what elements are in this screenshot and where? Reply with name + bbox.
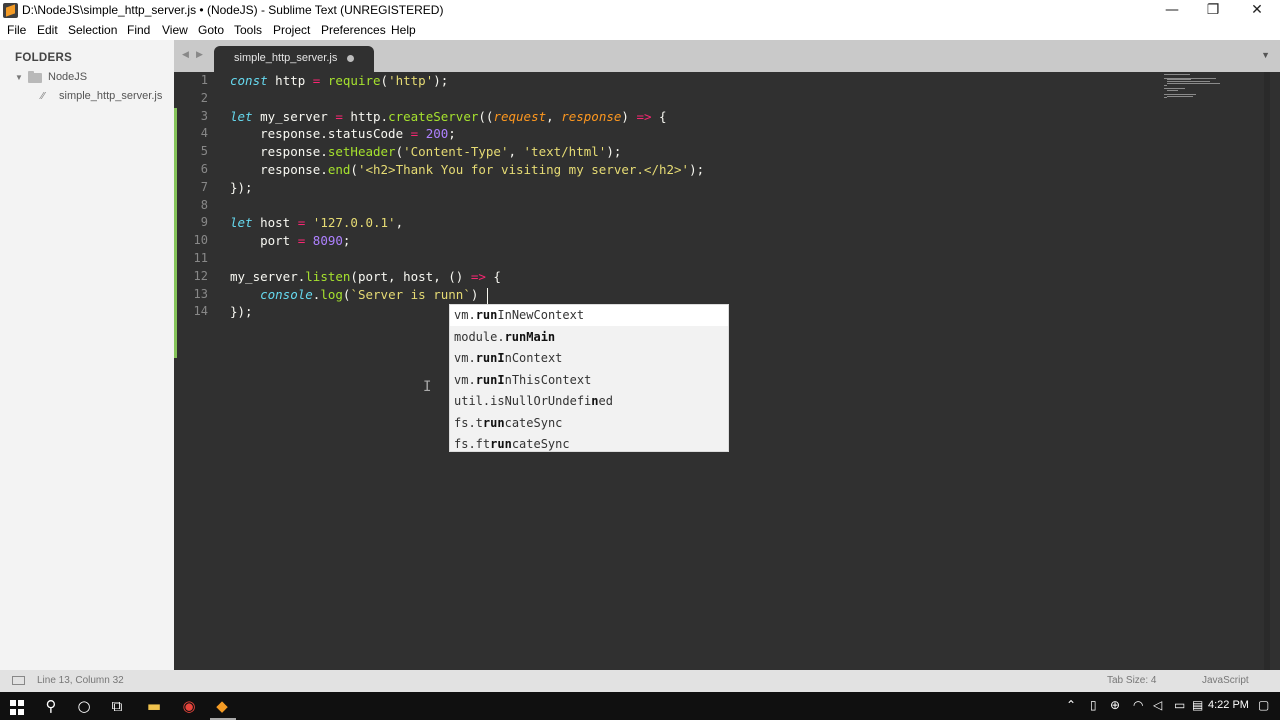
minimap-line <box>1164 84 1167 86</box>
minimap-line <box>1167 90 1178 92</box>
cursor-position: Line 13, Column 32 <box>37 675 124 686</box>
minimap-line <box>1164 97 1167 99</box>
file-icon: ⁄⁄ <box>41 91 45 102</box>
tab-dropdown-icon[interactable]: ▼ <box>1261 50 1270 60</box>
menu-goto[interactable]: Goto <box>198 23 224 37</box>
menu-preferences[interactable]: Preferences <box>321 23 386 37</box>
menu-tools[interactable]: Tools <box>234 23 262 37</box>
text-caret <box>487 288 488 304</box>
minimap-line <box>1167 95 1194 97</box>
tab-label: simple_http_server.js <box>234 52 338 64</box>
tab-size-indicator[interactable]: Tab Size: 4 <box>1107 675 1156 686</box>
line-number: 12 <box>193 268 208 283</box>
network-icon[interactable]: ⊕ <box>1110 698 1120 712</box>
sublime-app-icon[interactable] <box>3 3 18 18</box>
chrome-icon[interactable]: ◉ <box>179 696 199 716</box>
line-number: 9 <box>200 215 208 230</box>
cortana-icon[interactable]: ○ <box>74 696 94 716</box>
menu-project[interactable]: Project <box>273 23 310 37</box>
sidebar: FOLDERS ▼ NodeJS ⁄⁄ simple_http_server.j… <box>0 40 174 670</box>
status-bar: Line 13, Column 32 Tab Size: 4 JavaScrip… <box>0 670 1280 692</box>
line-number: 4 <box>200 126 208 141</box>
minimap-line <box>1167 83 1221 84</box>
line-number: 3 <box>200 108 208 123</box>
code-line[interactable]: }); <box>230 304 253 319</box>
code-line[interactable]: response.statusCode = 200; <box>230 126 456 141</box>
close-button[interactable]: ✕ <box>1235 0 1279 21</box>
code-line[interactable]: let my_server = http.createServer((reque… <box>230 109 667 124</box>
menu-file[interactable]: File <box>7 23 26 37</box>
wifi-icon[interactable]: ◠ <box>1133 698 1143 712</box>
windows-start-icon[interactable] <box>7 696 27 716</box>
sidebar-file-label: simple_http_server.js <box>59 90 163 102</box>
battery-icon[interactable]: ▭ <box>1174 698 1185 712</box>
autocomplete-item[interactable]: util.isNullOrUndefined <box>450 391 728 412</box>
line-number: 5 <box>200 144 208 159</box>
code-line[interactable]: response.setHeader('Content-Type', 'text… <box>230 144 621 159</box>
line-number: 10 <box>193 233 208 248</box>
autocomplete-item[interactable]: module.runMain <box>450 327 728 348</box>
code-line[interactable]: port = 8090; <box>230 233 350 248</box>
line-number: 6 <box>200 162 208 176</box>
menu-find[interactable]: Find <box>127 23 150 37</box>
windows-taskbar: ⚲ ○ ⧉ ▬ ◉ ◆ ⌃ ▯ ⊕ ◠ ◁ ▭ ▤ 4:22 PM ▢ <box>0 692 1280 720</box>
window-title: D:\NodeJS\simple_http_server.js • (NodeJ… <box>22 3 444 17</box>
panel-toggle-icon[interactable] <box>12 676 25 685</box>
line-number: 1 <box>200 73 208 87</box>
folders-header: FOLDERS <box>15 52 73 64</box>
tab-simple-http-server[interactable]: simple_http_server.js <box>214 46 374 72</box>
minimap[interactable] <box>1164 72 1234 102</box>
sublime-taskbar-icon[interactable]: ◆ <box>212 696 232 716</box>
task-view-icon[interactable]: ⧉ <box>107 696 127 716</box>
autocomplete-item[interactable]: fs.ftruncateSync <box>450 434 728 455</box>
restore-button[interactable]: ❐ <box>1191 0 1235 21</box>
sidebar-file-item[interactable]: ⁄⁄ simple_http_server.js <box>2 88 174 106</box>
menu-view[interactable]: View <box>162 23 188 37</box>
line-number: 8 <box>200 197 208 212</box>
sidebar-folder-nodejs[interactable]: NodeJS <box>48 71 87 83</box>
autocomplete-item[interactable]: vm.runInContext <box>450 348 728 369</box>
tray-chevron-icon[interactable]: ⌃ <box>1066 698 1076 712</box>
code-line[interactable]: let host = '127.0.0.1', <box>230 215 403 230</box>
menu-bar: File Edit Selection Find View Goto Tools… <box>0 21 1280 40</box>
autocomplete-item[interactable]: vm.runInThisContext <box>450 370 728 391</box>
minimap-line <box>1164 74 1191 75</box>
code-line[interactable]: my_server.listen(port, host, () => { <box>230 269 501 284</box>
autocomplete-popup: vm.runInNewContext module.runMain vm.runIn… <box>449 304 729 452</box>
code-line[interactable]: response.end('<h2>Thank You for visiting… <box>230 162 704 177</box>
menu-selection[interactable]: Selection <box>68 23 117 37</box>
language-icon[interactable]: ▤ <box>1192 698 1203 712</box>
search-icon[interactable]: ⚲ <box>41 696 61 716</box>
line-number: 14 <box>193 304 208 319</box>
code-line[interactable]: }); <box>230 180 253 195</box>
code-line[interactable]: console.log(`Server is runn`) <box>230 287 478 302</box>
volume-icon[interactable]: ◁ <box>1153 698 1162 712</box>
line-number: 13 <box>193 286 208 301</box>
code-line[interactable]: const http = require('http'); <box>230 73 448 88</box>
mouse-ibeam-cursor: I <box>423 379 432 395</box>
line-number: 11 <box>193 251 208 265</box>
usb-icon[interactable]: ▯ <box>1090 698 1097 712</box>
title-bar: D:\NodeJS\simple_http_server.js • (NodeJ… <box>0 0 1280 21</box>
autocomplete-item[interactable]: vm.runInNewContext <box>450 305 728 326</box>
tab-bar: ◀ ▶ simple_http_server.js ▼ <box>174 40 1280 72</box>
menu-edit[interactable]: Edit <box>37 23 58 37</box>
file-explorer-icon[interactable]: ▬ <box>144 696 164 716</box>
tab-scroll-left-icon[interactable]: ◀ <box>182 49 189 60</box>
expand-arrow-icon[interactable]: ▼ <box>15 73 23 82</box>
vertical-scrollbar[interactable] <box>1264 72 1270 670</box>
autocomplete-item[interactable]: fs.truncateSync <box>450 413 728 434</box>
menu-help[interactable]: Help <box>391 23 416 37</box>
tab-scroll-right-icon[interactable]: ▶ <box>196 49 203 60</box>
minimize-button[interactable]: — <box>1150 0 1194 21</box>
clock[interactable]: 4:22 PM <box>1208 699 1249 711</box>
modified-dot-icon[interactable] <box>347 55 354 62</box>
line-number: 2 <box>200 90 208 105</box>
syntax-indicator[interactable]: JavaScript <box>1202 675 1249 686</box>
folder-icon <box>28 71 42 83</box>
notifications-icon[interactable]: ▢ <box>1258 698 1269 712</box>
line-number: 7 <box>200 179 208 194</box>
